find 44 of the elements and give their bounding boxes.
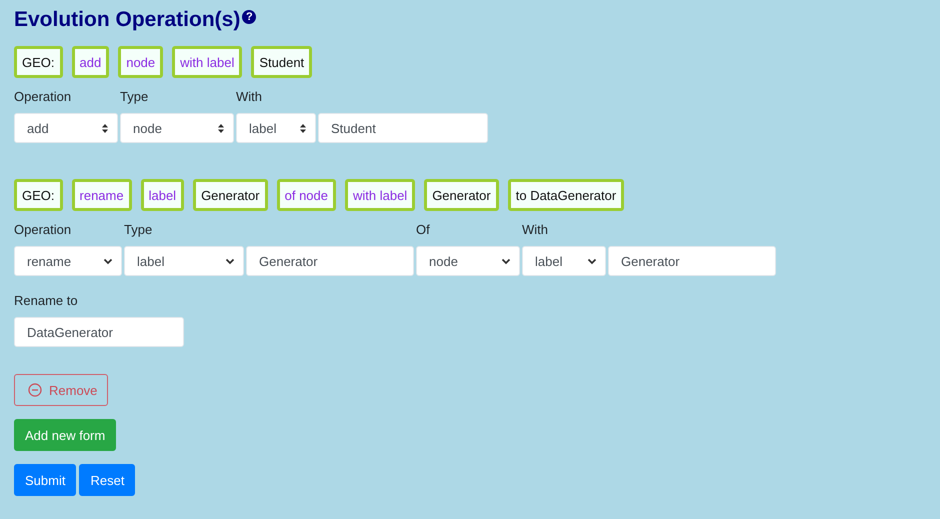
query-token: with label [172,46,242,78]
query-token: GEO: [14,179,63,211]
dropdown[interactable]: label [124,246,244,276]
dropdown[interactable]: node [120,113,234,143]
field-label: Type [120,89,148,104]
page-title: Evolution Operation(s) [14,8,240,32]
query-token: Generator [424,179,499,211]
field-label: Operation [14,222,72,237]
query-token: to DataGenerator [508,179,624,211]
dropdown[interactable]: rename [14,246,122,276]
field-label: Type [124,222,152,237]
chevron-down-icon [225,257,235,265]
input-field[interactable]: Generator [246,246,414,276]
query-token: with label [344,179,416,211]
query-token: GEO: [14,46,63,78]
minus-circle-icon [28,383,42,397]
chevron-down-icon [103,257,113,265]
chevron-down-icon [501,257,511,265]
query-token: Generator [193,179,268,211]
field-label: With [522,222,548,237]
updown-arrow-icon [217,122,225,134]
input-field[interactable]: Generator [608,246,776,276]
field-label: Operation [14,89,72,104]
submit-button[interactable]: Submit [14,464,76,496]
updown-arrow-icon [299,122,307,134]
field-label: Of [416,222,430,237]
input-field[interactable]: Student [318,113,488,143]
updown-arrow-icon [101,122,109,134]
chevron-down-icon [587,257,597,265]
input-field[interactable]: DataGenerator [14,317,184,347]
help-icon[interactable]: ? [242,10,256,24]
query-token: add [72,46,110,78]
query-token: of node [276,179,336,211]
field-label: With [236,89,262,104]
dropdown[interactable]: label [236,113,316,143]
dropdown[interactable]: add [14,113,118,143]
submit-button[interactable]: Reset [79,464,136,496]
query-token: label [140,179,184,211]
field-label: Rename to [14,293,78,308]
query-token: Student [251,46,312,78]
dropdown[interactable]: node [416,246,520,276]
dropdown[interactable]: label [522,246,606,276]
query-token: rename [72,179,132,211]
query-token: node [118,46,164,78]
